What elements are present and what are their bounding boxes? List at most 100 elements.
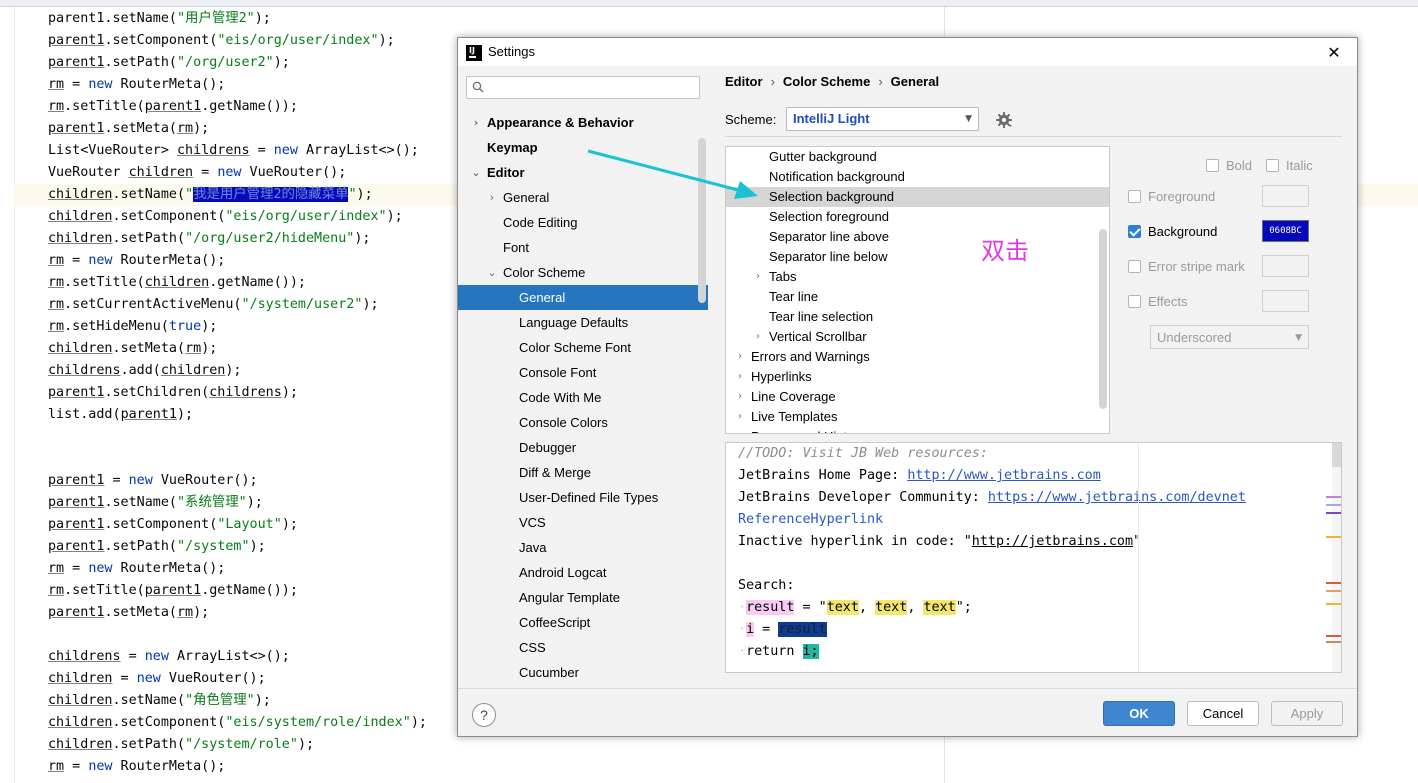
sidebar-item-vcs[interactable]: VCS [458, 510, 708, 535]
effects-checkbox[interactable] [1128, 295, 1141, 308]
sidebar-item-color-scheme[interactable]: ⌄ Color Scheme [458, 260, 708, 285]
chevron-right-icon[interactable]: › [752, 267, 764, 287]
code-line: rm.setTitle(parent1.getName()); [48, 96, 298, 118]
code-line: children.setComponent("eis/system/role/i… [48, 712, 427, 734]
code-token: new [136, 671, 161, 686]
chevron-down-icon[interactable]: ⌄ [470, 160, 482, 185]
error-stripe-checkbox[interactable] [1128, 260, 1141, 273]
option-item-separator-line-above[interactable]: Separator line above [726, 227, 1109, 247]
sidebar-scrollbar[interactable] [698, 138, 706, 303]
effects-color-swatch[interactable] [1262, 290, 1309, 312]
sidebar-item-language-defaults[interactable]: Language Defaults [458, 310, 708, 335]
option-item-line-coverage[interactable]: › Line Coverage [726, 387, 1109, 407]
preview-token: i [746, 622, 755, 637]
code-token: ); [177, 407, 194, 422]
sidebar-item-diff-merge[interactable]: Diff & Merge [458, 460, 708, 485]
cancel-button[interactable]: Cancel [1187, 701, 1259, 726]
sidebar-item-user-defined-file-types[interactable]: User-Defined File Types [458, 485, 708, 510]
option-item-errors-and-warnings[interactable]: › Errors and Warnings [726, 347, 1109, 367]
ok-button[interactable]: OK [1103, 701, 1175, 726]
chevron-right-icon[interactable]: › [734, 387, 746, 407]
chevron-right-icon[interactable]: › [734, 367, 746, 387]
code-line: children.setName("角色管理"); [48, 690, 271, 712]
sidebar-item-code-editing[interactable]: Code Editing [458, 210, 708, 235]
sidebar-item-console-font[interactable]: Console Font [458, 360, 708, 385]
help-button[interactable]: ? [472, 703, 496, 727]
sidebar-item-cucumber[interactable]: Cucumber [458, 660, 708, 685]
sidebar-item-font[interactable]: Font [458, 235, 708, 260]
code-token: parent1.setName( [48, 11, 177, 26]
sidebar-item-general[interactable]: General [458, 285, 708, 310]
code-token: parent1 [48, 385, 105, 400]
option-item-popups-and-hints[interactable]: › Popups and Hints [726, 427, 1109, 433]
chevron-down-icon[interactable]: ⌄ [486, 260, 498, 285]
foreground-color-swatch[interactable] [1262, 185, 1309, 207]
sidebar-item-debugger[interactable]: Debugger [458, 435, 708, 460]
option-item-selection-foreground[interactable]: Selection foreground [726, 207, 1109, 227]
options-scrollbar[interactable] [1099, 229, 1107, 409]
chevron-right-icon[interactable]: › [734, 347, 746, 367]
sidebar-item-code-with-me[interactable]: Code With Me [458, 385, 708, 410]
sidebar-item-label: VCS [519, 515, 546, 530]
option-item-hyperlinks[interactable]: › Hyperlinks [726, 367, 1109, 387]
sidebar-item-editor[interactable]: ⌄ Editor [458, 160, 708, 185]
code-line: parent1 = new VueRouter(); [48, 470, 258, 492]
sidebar-item-label: User-Defined File Types [519, 490, 659, 505]
code-line: rm.setTitle(children.getName()); [48, 272, 306, 294]
code-token: new [88, 561, 113, 576]
foreground-checkbox[interactable] [1128, 190, 1141, 203]
sidebar-item-general[interactable]: › General [458, 185, 708, 210]
code-token: ); [281, 517, 298, 532]
sidebar-item-android-logcat[interactable]: Android Logcat [458, 560, 708, 585]
effects-style-dropdown[interactable]: Underscored ▼ [1150, 325, 1309, 349]
option-item-tear-line-selection[interactable]: Tear line selection [726, 307, 1109, 327]
code-token: .setName( [112, 693, 186, 708]
preview-token: text [875, 600, 908, 615]
background-color-swatch[interactable]: 0608BC [1262, 220, 1309, 242]
option-item-tabs[interactable]: › Tabs [726, 267, 1109, 287]
code-token: "Layout" [217, 517, 282, 532]
apply-button[interactable]: Apply [1271, 701, 1343, 726]
chevron-right-icon[interactable]: › [734, 427, 746, 433]
sidebar-item-angular-template[interactable]: Angular Template [458, 585, 708, 610]
preview-token: JetBrains Developer Community: [738, 490, 988, 505]
code-token: VueRouter(); [152, 473, 258, 488]
error-stripe-color-swatch[interactable] [1262, 255, 1309, 277]
option-item-notification-background[interactable]: Notification background [726, 167, 1109, 187]
sidebar-item-console-colors[interactable]: Console Colors [458, 410, 708, 435]
code-token: .setPath( [112, 737, 186, 752]
code-token: RouterMeta(); [112, 253, 226, 268]
sidebar-item-css[interactable]: CSS [458, 635, 708, 660]
chevron-right-icon[interactable]: › [486, 185, 498, 210]
bold-checkbox[interactable] [1206, 159, 1219, 172]
code-token: parent1 [48, 517, 105, 532]
annotation-text: 双击 [981, 237, 1029, 265]
option-item-tear-line[interactable]: Tear line [726, 287, 1109, 307]
option-item-gutter-background[interactable]: Gutter background [726, 147, 1109, 167]
background-checkbox[interactable] [1128, 225, 1141, 238]
gear-icon[interactable] [995, 111, 1013, 129]
chevron-right-icon[interactable]: › [734, 407, 746, 427]
close-button[interactable]: ✕ [1322, 42, 1346, 64]
settings-search-input[interactable] [466, 76, 700, 99]
code-token: .setComponent( [104, 33, 218, 48]
option-item-separator-line-below[interactable]: Separator line below [726, 247, 1109, 267]
chevron-right-icon[interactable]: › [752, 327, 764, 347]
preview-scroll-thumb[interactable] [1332, 443, 1341, 467]
sidebar-item-appearance-behavior[interactable]: › Appearance & Behavior [458, 110, 708, 135]
dialog-title-bar[interactable]: IJ Settings ✕ [458, 38, 1357, 66]
option-item-vertical-scrollbar[interactable]: › Vertical Scrollbar [726, 327, 1109, 347]
scheme-dropdown[interactable]: IntelliJ Light ▼ [786, 107, 979, 131]
sidebar-item-java[interactable]: Java [458, 535, 708, 560]
preview-scrollbar[interactable] [1332, 443, 1341, 672]
sidebar-item-coffeescript[interactable]: CoffeeScript [458, 610, 708, 635]
option-item-selection-background[interactable]: Selection background [726, 187, 1109, 207]
option-item-live-templates[interactable]: › Live Templates [726, 407, 1109, 427]
scheme-preview-editor[interactable]: //TODO: Visit JB Web resources: JetBrains… [725, 442, 1342, 673]
sidebar-item-color-scheme-font[interactable]: Color Scheme Font [458, 335, 708, 360]
chevron-right-icon[interactable]: › [470, 110, 482, 135]
code-token: new [128, 473, 153, 488]
code-token: "eis/system/role/index" [225, 715, 411, 730]
sidebar-item-keymap[interactable]: Keymap [458, 135, 708, 160]
italic-checkbox[interactable] [1266, 159, 1279, 172]
